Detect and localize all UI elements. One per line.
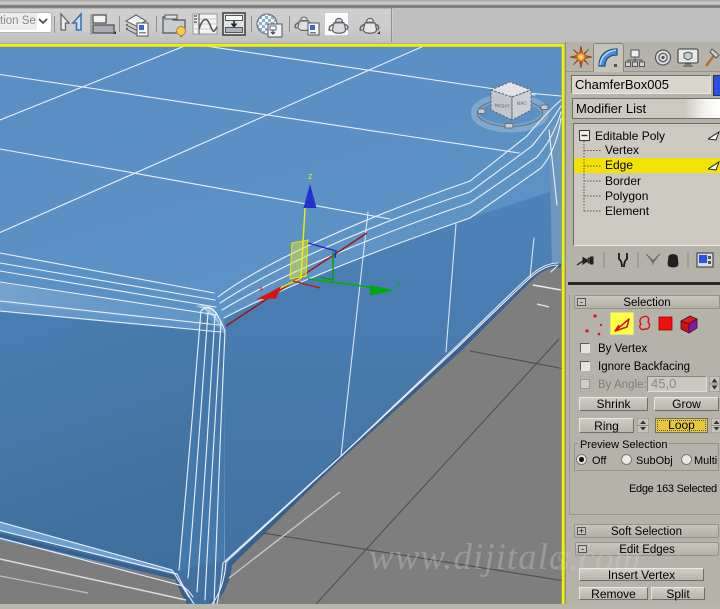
svg-text:y: y [397, 278, 401, 287]
svg-text:x: x [259, 284, 263, 293]
svg-text:BAC: BAC [517, 100, 528, 107]
svg-text:RIGHT: RIGHT [494, 103, 509, 110]
svg-text:www.dijitalder: www.dijitalder [369, 537, 565, 578]
svg-text:z: z [308, 171, 313, 181]
